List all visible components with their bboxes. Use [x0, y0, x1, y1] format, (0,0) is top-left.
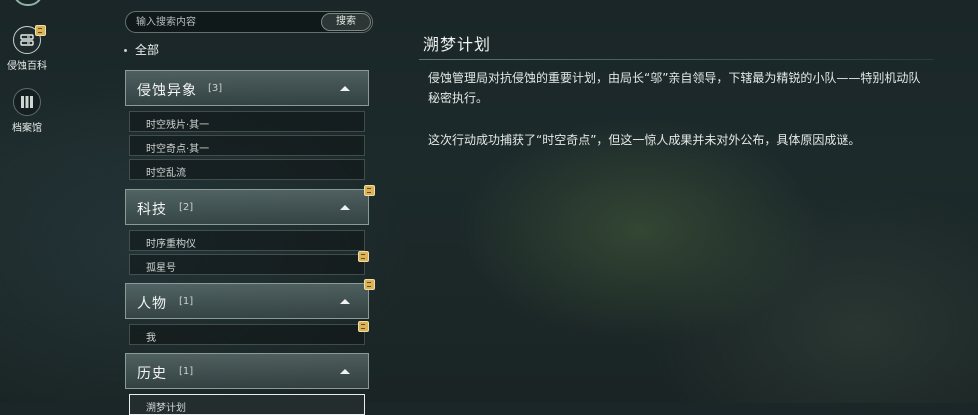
- list-item-selected[interactable]: 溯梦计划: [129, 394, 365, 415]
- left-rail: 侵蚀百科 档案馆: [0, 0, 54, 403]
- rail-item-archive[interactable]: 档案馆: [0, 88, 54, 134]
- category-name: 人物: [137, 296, 167, 312]
- collapse-caret-icon: [340, 86, 350, 91]
- category-count: [1]: [179, 366, 194, 377]
- new-entry-badge-icon: [364, 279, 375, 290]
- category-count: [3]: [208, 83, 223, 94]
- list-item[interactable]: 孤星号: [129, 251, 369, 275]
- list-item-label: 溯梦计划: [146, 403, 186, 414]
- list-item[interactable]: 时空乱流: [129, 159, 365, 180]
- bullet-icon: [124, 49, 127, 52]
- rail-item-encyclopedia[interactable]: 侵蚀百科: [0, 25, 54, 72]
- collapse-caret-icon: [340, 369, 350, 374]
- list-item-label: 时空乱流: [146, 168, 186, 179]
- rail-top-icon[interactable]: [13, 0, 43, 6]
- detail-paragraph: 这次行动成功捕获了“时空奇点”，但这一惊人成果并未对外公布，具体原因成谜。: [428, 133, 861, 147]
- list-item-label: 时空奇点·其一: [146, 144, 210, 155]
- list-item-label: 孤星号: [146, 263, 176, 274]
- category-name: 科技: [137, 202, 167, 218]
- category-header-tech[interactable]: 科技 [2]: [125, 185, 375, 225]
- category-header-people[interactable]: 人物 [1]: [125, 279, 375, 319]
- list-item-label: 我: [146, 333, 156, 344]
- list-item[interactable]: 时空残片·其一: [129, 111, 365, 132]
- category-header-history[interactable]: 历史 [1]: [125, 353, 369, 389]
- search-button[interactable]: 搜索: [321, 13, 371, 31]
- detail-paragraph: 侵蚀管理局对抗侵蚀的重要计划，由局长“邬”亲自领导，下辖最为精锐的小队——特别机…: [428, 71, 921, 105]
- rail-item-label: 档案馆: [12, 123, 42, 134]
- list-item-label: 时空残片·其一: [146, 120, 210, 131]
- collapse-caret-icon: [340, 205, 350, 210]
- rail-item-label: 侵蚀百科: [7, 61, 47, 72]
- new-entry-badge-icon: [35, 25, 46, 36]
- new-entry-badge-icon: [364, 185, 375, 196]
- search-input[interactable]: [136, 14, 316, 30]
- list-item[interactable]: 时空奇点·其一: [129, 135, 365, 156]
- list-item[interactable]: 时序重构仪: [129, 230, 365, 251]
- category-name: 历史: [137, 366, 167, 382]
- list-item-label: 时序重构仪: [146, 239, 196, 250]
- detail-title: 溯梦计划: [423, 35, 492, 54]
- list-item[interactable]: 我: [129, 321, 369, 345]
- category-name: 侵蚀异象: [137, 83, 197, 99]
- detail-divider: [419, 59, 934, 60]
- category-header-anomaly[interactable]: 侵蚀异象 [3]: [125, 70, 369, 106]
- search-bar: 搜索: [125, 11, 373, 33]
- new-entry-badge-icon: [358, 321, 369, 332]
- category-count: [2]: [179, 202, 194, 213]
- filter-label: 全部: [135, 43, 160, 57]
- filter-all[interactable]: 全部: [124, 41, 159, 58]
- category-count: [1]: [179, 296, 194, 307]
- collapse-caret-icon: [340, 299, 350, 304]
- archive-icon: [13, 88, 41, 116]
- new-entry-badge-icon: [358, 251, 369, 262]
